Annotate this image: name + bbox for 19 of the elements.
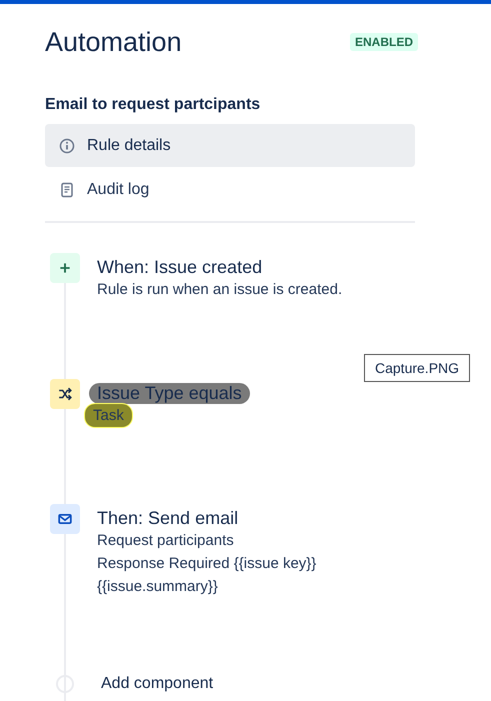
nav-item[interactable]: Rule details [45, 124, 415, 167]
step-detail: {{issue.summary}} [97, 577, 218, 597]
page-title: Automation [45, 26, 182, 58]
step-detail: Rule is run when an issue is created. [97, 280, 342, 300]
info-icon [59, 138, 75, 154]
file-tooltip: Capture.PNG [364, 354, 470, 382]
step-detail: Task [85, 404, 132, 427]
rule-name: Email to request partcipants [45, 96, 262, 114]
document-icon [59, 182, 75, 198]
step-title[interactable]: Then: Send email [97, 508, 238, 529]
step-detail: Response Required {{issue key}} [97, 554, 316, 574]
mail-icon [50, 504, 80, 534]
status-badge: ENABLED [350, 33, 418, 51]
step-detail: Request participants [97, 531, 234, 551]
step-title[interactable]: When: Issue created [97, 257, 262, 278]
plus-icon [50, 253, 80, 283]
shuffle-icon [50, 379, 80, 409]
add-component-link[interactable]: Add component [101, 675, 214, 693]
nav-item[interactable]: Audit log [45, 168, 415, 211]
